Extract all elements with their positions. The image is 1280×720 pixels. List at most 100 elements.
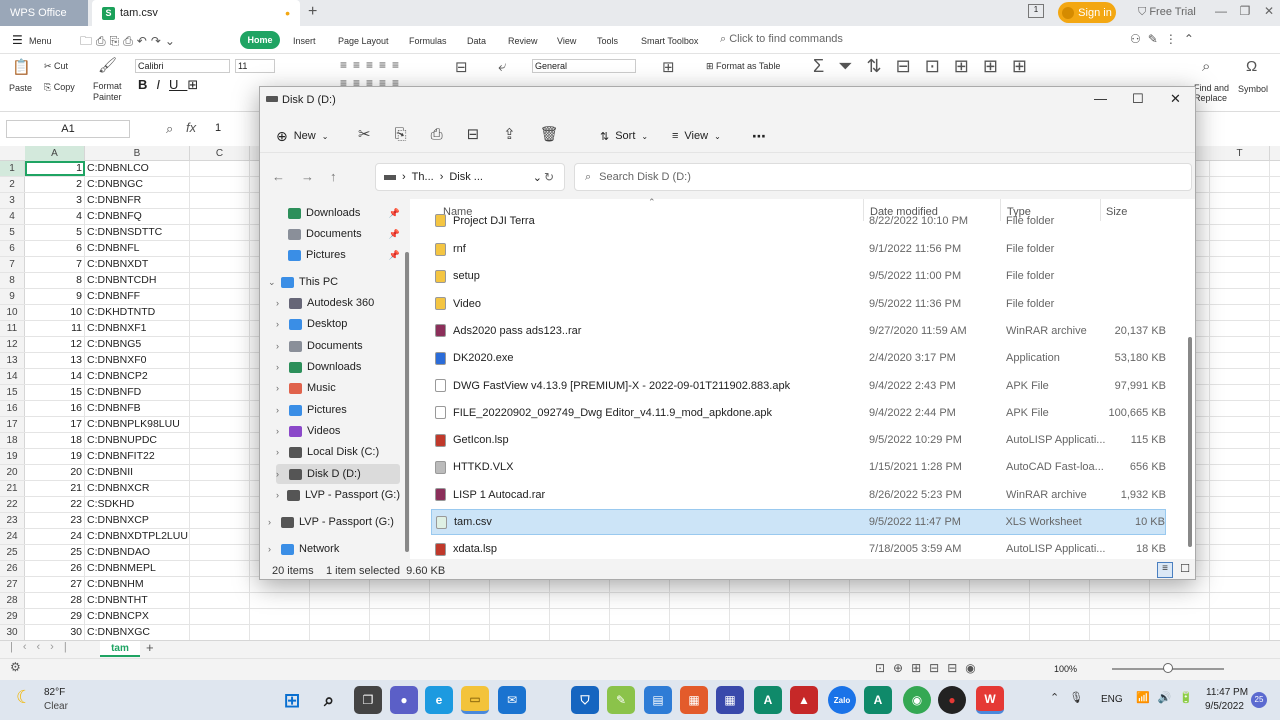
add-sheet-icon[interactable]: + xyxy=(146,640,154,655)
breadcrumb-disk-d[interactable]: Disk ... xyxy=(449,171,483,183)
fx-icon[interactable]: fx xyxy=(186,120,196,135)
cell-a[interactable]: 14 xyxy=(25,369,85,384)
cell-a[interactable]: 18 xyxy=(25,433,85,448)
cell-b[interactable]: C:DNBNHM xyxy=(85,577,190,592)
chrome-icon[interactable]: ◉ xyxy=(903,686,931,714)
details-view-icon[interactable]: ≡ xyxy=(1157,562,1173,578)
network-volume-battery-icons[interactable]: 📶🔊🔋 xyxy=(1136,691,1201,704)
format-painter-icon[interactable]: 🖌 xyxy=(98,56,117,74)
cell-b[interactable]: C:DNBNFF xyxy=(85,289,190,304)
cell-b[interactable]: C:DNBNTHT xyxy=(85,593,190,608)
chevron-right-icon[interactable]: › xyxy=(268,544,276,554)
cell-a[interactable]: 17 xyxy=(25,417,85,432)
cell-b[interactable]: C:DNBNFR xyxy=(85,193,190,208)
row-header[interactable]: 24 xyxy=(0,529,25,544)
file-row[interactable]: Project DJI Terra 8/22/2022 10:10 PM File … xyxy=(431,213,1166,227)
file-scrollbar[interactable] xyxy=(1188,337,1192,547)
cell-a[interactable]: 8 xyxy=(25,273,85,288)
close-icon[interactable]: ✕ xyxy=(1170,91,1181,107)
cell-b[interactable]: C:DNBNGC xyxy=(85,177,190,192)
nav-item[interactable]: › Documents xyxy=(276,336,400,356)
font-style-buttons[interactable]: BIU⊞ xyxy=(138,77,207,93)
zoom-slider-handle[interactable] xyxy=(1163,663,1173,673)
cell-b[interactable]: C:SDKHD xyxy=(85,497,190,512)
merge-icon[interactable]: ⊟ xyxy=(455,58,468,76)
cell-b[interactable]: C:DNBNCPX xyxy=(85,609,190,624)
chevron-right-icon[interactable]: › xyxy=(276,426,284,436)
paste-icon[interactable]: 📋 xyxy=(12,58,31,76)
find-icon[interactable]: ⌕ xyxy=(1202,58,1210,75)
new-tab-icon[interactable]: + xyxy=(308,3,317,21)
nav-item[interactable]: › Disk D (D:) xyxy=(276,464,400,484)
cell-b[interactable]: C:DNBNSDTTC xyxy=(85,225,190,240)
cell-b[interactable]: C:DNBNLCO xyxy=(85,161,190,176)
cell-b[interactable]: C:DNBNXCP xyxy=(85,513,190,528)
row-header[interactable]: 23 xyxy=(0,513,25,528)
autocad-lt-icon[interactable]: A xyxy=(754,686,782,714)
language-indicator[interactable]: ENG xyxy=(1101,694,1123,705)
chevron-right-icon[interactable]: › xyxy=(276,298,284,308)
chevron-right-icon[interactable]: › xyxy=(276,469,284,479)
omega-icon[interactable]: Ω xyxy=(1246,58,1257,75)
file-row[interactable]: tam.csv 9/5/2022 11:47 PM XLS Worksheet 10 … xyxy=(431,509,1166,535)
file-row[interactable]: setup 9/5/2022 11:00 PM File folder xyxy=(431,263,1166,289)
tiles-view-icon[interactable]: ☐ xyxy=(1177,562,1193,578)
row-header[interactable]: 16 xyxy=(0,401,25,416)
column-header-b[interactable]: B xyxy=(85,146,190,161)
row-header[interactable]: 25 xyxy=(0,545,25,560)
zoom-formula-icon[interactable]: ⌕ xyxy=(166,121,173,137)
tab-wps-office[interactable]: WPS Office xyxy=(0,0,88,26)
cell-a[interactable]: 13 xyxy=(25,353,85,368)
column-header-t[interactable]: T xyxy=(1210,146,1270,161)
cell-b[interactable]: C:DNBNTCDH xyxy=(85,273,190,288)
nav-item[interactable]: Pictures 📌 xyxy=(288,245,400,265)
number-format-select[interactable]: General xyxy=(532,59,636,73)
chevron-right-icon[interactable]: › xyxy=(276,405,284,415)
autocad-lt-2-icon[interactable]: A xyxy=(864,686,892,714)
zoom-level[interactable]: 100% xyxy=(1054,664,1077,674)
row-header[interactable]: 20 xyxy=(0,465,25,480)
cell-b[interactable]: C:DNBNXGC xyxy=(85,625,190,640)
search-taskbar-icon[interactable]: ⌕ xyxy=(315,686,343,714)
cell-a[interactable]: 4 xyxy=(25,209,85,224)
notification-badge[interactable]: 25 xyxy=(1251,692,1267,708)
conditional-format-icon[interactable]: ⊞ xyxy=(662,58,675,76)
row-header[interactable]: 12 xyxy=(0,337,25,352)
tab-formulas[interactable]: Formulas xyxy=(409,36,447,46)
nav-scrollbar[interactable] xyxy=(405,252,409,552)
teams-chat-icon[interactable]: ● xyxy=(390,686,418,714)
formula-input[interactable]: 1 xyxy=(215,122,221,134)
chevron-right-icon[interactable]: › xyxy=(276,362,284,372)
empty-cells[interactable] xyxy=(190,625,1280,640)
cell-b[interactable]: C:DNBNMEPL xyxy=(85,561,190,576)
cell-b[interactable]: C:DNBNXDT xyxy=(85,257,190,272)
nav-item[interactable]: › Pictures xyxy=(276,400,400,420)
nav-item[interactable]: › LVP - Passport (G:) xyxy=(268,512,400,532)
file-explorer-icon[interactable]: ▭ xyxy=(461,686,489,714)
file-row[interactable]: GetIcon.lsp 9/5/2022 10:29 PM AutoLISP App… xyxy=(431,427,1166,453)
cell-a[interactable]: 20 xyxy=(25,465,85,480)
file-row[interactable]: LISP 1 Autocad.rar 8/26/2022 5:23 PM WinRA… xyxy=(431,482,1166,508)
copy-button[interactable]: ⎘ Copy xyxy=(44,82,75,93)
nav-item[interactable]: › Desktop xyxy=(276,314,400,334)
nav-item[interactable]: › LVP - Passport (G:) xyxy=(276,485,400,505)
row-header[interactable]: 8 xyxy=(0,273,25,288)
cell-a[interactable]: 5 xyxy=(25,225,85,240)
cell-a[interactable]: 28 xyxy=(25,593,85,608)
edge-icon[interactable]: e xyxy=(425,686,453,714)
hamburger-icon[interactable]: ☰ xyxy=(12,33,23,47)
tab-review[interactable]: Review xyxy=(508,36,538,46)
close-icon[interactable]: ✕ xyxy=(1260,4,1278,20)
cell-b[interactable]: C:DNBNXF1 xyxy=(85,321,190,336)
minimize-icon[interactable]: — xyxy=(1212,4,1230,20)
view-mode-icons[interactable]: ⊡⊕⊞⊟⊟◉ xyxy=(875,661,984,675)
row-header[interactable]: 21 xyxy=(0,481,25,496)
share-icons[interactable]: ⚇✎⋮⌃ xyxy=(1130,32,1201,46)
calculator-icon[interactable]: ▦ xyxy=(716,686,744,714)
cell-b[interactable]: C:DNBNFIT22 xyxy=(85,449,190,464)
tab-smart-toolbox[interactable]: Smart Toolbox xyxy=(641,36,698,46)
cell-a[interactable]: 6 xyxy=(25,241,85,256)
cell-b[interactable]: C:DNBNCP2 xyxy=(85,369,190,384)
file-row[interactable]: HTTKD.VLX 1/15/2021 1:28 PM AutoCAD Fast-l… xyxy=(431,454,1166,480)
tab-view[interactable]: View xyxy=(557,36,576,46)
